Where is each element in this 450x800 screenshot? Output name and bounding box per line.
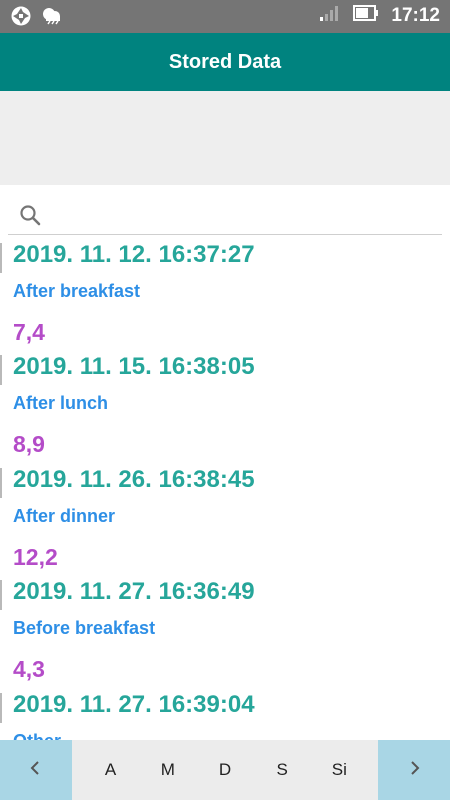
entry-divider (0, 243, 2, 273)
chevron-left-icon[interactable] (27, 759, 45, 782)
chevron-right-icon[interactable] (405, 759, 423, 782)
next-button[interactable] (378, 740, 450, 800)
battery-icon (353, 5, 379, 26)
entry-note: After dinner (13, 506, 116, 526)
tab-si[interactable]: Si (319, 760, 359, 780)
list-item[interactable]: 2019. 11. 12. 16:37:27 After breakfast 7… (0, 237, 450, 349)
ad-banner-area (0, 91, 450, 185)
entry-datetime: 2019. 11. 26. 16:38:45 (13, 466, 255, 493)
status-left-icons (10, 5, 62, 27)
entry-value: 4,3 (13, 656, 45, 682)
aperture-icon (10, 5, 32, 27)
entry-value: 8,9 (13, 431, 45, 457)
entry-divider (0, 693, 2, 723)
entry-datetime: 2019. 11. 27. 16:39:04 (13, 691, 255, 718)
previous-button[interactable] (0, 740, 72, 800)
status-time: 17:12 (391, 4, 440, 26)
search-input[interactable] (54, 199, 434, 229)
search-bar[interactable] (8, 193, 442, 235)
entry-value: 12,2 (13, 544, 58, 570)
tab-a[interactable]: A (91, 760, 131, 780)
status-right: 17:12 (319, 4, 440, 27)
app-bar: Stored Data (0, 33, 450, 91)
tab-m[interactable]: M (148, 760, 188, 780)
tab-d[interactable]: D (205, 760, 245, 780)
stored-data-list[interactable]: 2019. 11. 12. 16:37:27 After breakfast 7… (0, 237, 450, 740)
search-icon[interactable] (18, 203, 42, 227)
entry-note: Before breakfast (13, 618, 156, 638)
entry-datetime: 2019. 11. 12. 16:37:27 (13, 241, 255, 268)
page-title: Stored Data (168, 50, 282, 73)
list-item[interactable]: 2019. 11. 27. 16:36:49 Before breakfast … (0, 574, 450, 686)
entry-value: 7,4 (13, 319, 45, 345)
entry-note: Other (13, 731, 61, 740)
tab-s[interactable]: S (262, 760, 302, 780)
entry-note: After breakfast (13, 281, 141, 301)
entry-divider (0, 468, 2, 498)
weather-cloud-icon (40, 5, 62, 27)
entry-divider (0, 355, 2, 385)
entry-datetime: 2019. 11. 27. 16:36:49 (13, 578, 255, 605)
filter-tabs: A M D S Si (72, 740, 378, 800)
bottom-nav-bar: A M D S Si (0, 740, 450, 800)
entry-note: After lunch (13, 393, 109, 413)
entry-divider (0, 580, 2, 610)
list-item[interactable]: 2019. 11. 26. 16:38:45 After dinner 12,2 (0, 462, 450, 574)
list-item[interactable]: 2019. 11. 15. 16:38:05 After lunch 8,9 (0, 349, 450, 461)
signal-icon (319, 4, 341, 27)
entry-datetime: 2019. 11. 15. 16:38:05 (13, 353, 255, 380)
list-item[interactable]: 2019. 11. 27. 16:39:04 Other (0, 687, 450, 740)
status-bar: 17:12 (0, 0, 450, 33)
